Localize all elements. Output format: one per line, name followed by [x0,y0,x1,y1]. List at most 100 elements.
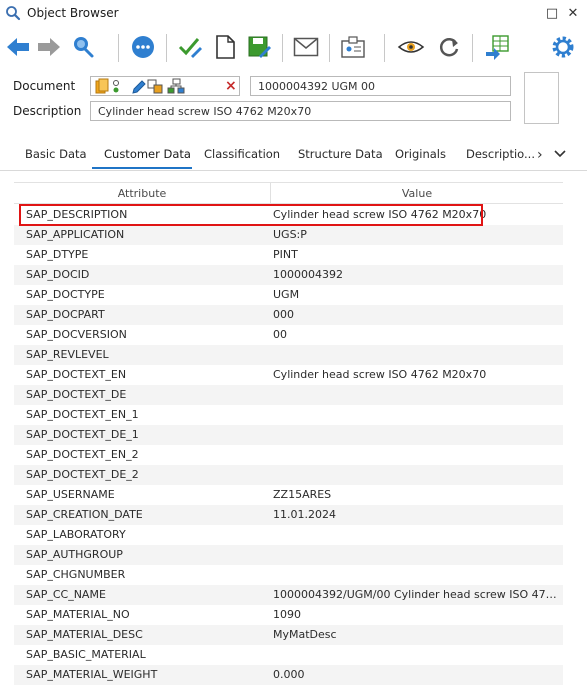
settings-gear-icon [552,36,574,58]
value-cell: 000 [273,308,294,321]
save-edit-icon [248,36,271,58]
table-row[interactable]: SAP_AUTHGROUP [14,545,563,565]
attribute-cell: SAP_DTYPE [26,248,89,261]
toolbar [0,28,587,68]
tab-basic-data[interactable]: Basic Data [25,147,87,161]
attribute-cell: SAP_MATERIAL_WEIGHT [26,668,158,681]
attribute-cell: SAP_BASIC_MATERIAL [26,648,146,661]
settings-button[interactable] [548,32,578,62]
table-row[interactable]: SAP_MATERIAL_NO 1090 [14,605,563,625]
check-edit-button[interactable] [175,32,205,62]
table-row[interactable]: SAP_DOCPART 000 [14,305,563,325]
value-cell: 00 [273,328,287,341]
attribute-cell: SAP_MATERIAL_NO [26,608,130,621]
tab-structure-data[interactable]: Structure Data [298,147,383,161]
table-row[interactable]: SAP_MATERIAL_WEIGHT 0.000 [14,665,563,685]
document-type-chip[interactable]: × [90,76,240,96]
value-cell: Cylinder head screw ISO 4762 M20x70 [273,368,487,381]
id-card-button[interactable] [338,32,368,62]
forward-arrow-icon [38,38,60,56]
more-options-button[interactable] [128,32,158,62]
value-cell: 1000004392/UGM/00 Cylinder head screw IS… [273,588,558,601]
table-row[interactable]: SAP_CC_NAME 1000004392/UGM/00 Cylinder he… [14,585,563,605]
tab-descriptions[interactable]: Descriptio... [466,147,535,161]
table-row[interactable]: SAP_DOCTEXT_EN_2 [14,445,563,465]
table-row[interactable]: SAP_APPLICATION UGS:P [14,225,563,245]
title-bar: Object Browser □ ✕ [0,0,587,26]
tab-originals[interactable]: Originals [395,147,446,161]
table-row[interactable]: SAP_BASIC_MATERIAL [14,645,563,665]
back-arrow-icon [7,38,29,56]
table-row[interactable]: SAP_DOCID 1000004392 [14,265,563,285]
attribute-cell: SAP_DOCTEXT_EN_1 [26,408,139,421]
table-row[interactable]: SAP_USERNAME ZZ15ARES [14,485,563,505]
window-title: Object Browser [27,6,119,20]
structure-icon [147,79,163,94]
attribute-cell: SAP_REVLEVEL [26,348,109,361]
document-parts-icon [95,78,119,94]
close-button[interactable]: ✕ [564,4,582,22]
maximize-button[interactable]: □ [543,4,561,22]
value-cell: 1000004392 [273,268,343,281]
value-cell: MyMatDesc [273,628,337,641]
table-row[interactable]: SAP_MATERIAL_DESC MyMatDesc [14,625,563,645]
table-row[interactable]: SAP_DOCVERSION 00 [14,325,563,345]
save-edit-button[interactable] [244,32,274,62]
tab-bar: Basic Data Customer Data Classification … [0,141,587,171]
table-row[interactable]: SAP_DTYPE PINT [14,245,563,265]
tab-classification[interactable]: Classification [204,147,280,161]
value-column-header[interactable]: Value [271,187,563,200]
view-button[interactable] [396,32,426,62]
check-edit-icon [178,38,202,58]
attribute-cell: SAP_DOCTEXT_EN_2 [26,448,139,461]
attribute-cell: SAP_DOCPART [26,308,105,321]
table-row[interactable]: SAP_DOCTEXT_DE [14,385,563,405]
toolbar-separator [166,34,167,62]
description-field[interactable]: Cylinder head screw ISO 4762 M20x70 [90,101,511,121]
toolbar-separator [329,34,330,62]
table-row[interactable]: SAP_DOCTEXT_DE_2 [14,465,563,485]
description-label: Description [13,104,82,118]
attribute-cell: SAP_AUTHGROUP [26,548,123,561]
highlight-box [19,204,483,226]
attribute-cell: SAP_DOCTEXT_DE [26,388,127,401]
table-header: Attribute Value [14,182,563,205]
table-row[interactable]: SAP_DOCTYPE UGM [14,285,563,305]
table-row[interactable]: SAP_DOCTEXT_EN Cylinder head screw ISO 47… [14,365,563,385]
thumbnail-preview [524,72,559,124]
table-row[interactable]: SAP_DOCTEXT_DE_1 [14,425,563,445]
clear-chip-icon[interactable]: × [225,78,237,94]
back-button[interactable] [3,32,33,62]
table-row[interactable]: SAP_CHGNUMBER [14,565,563,585]
attribute-cell: SAP_LABORATORY [26,528,126,541]
tabs-next-icon[interactable]: › [537,147,543,163]
table-row[interactable]: SAP_DOCTEXT_EN_1 [14,405,563,425]
attribute-cell: SAP_DOCID [26,268,90,281]
attribute-cell: SAP_DOCTEXT_DE_2 [26,468,139,481]
search-object-button[interactable] [68,32,98,62]
new-document-button[interactable] [210,32,240,62]
table-body: SAP_DESCRIPTION Cylinder head screw ISO 4… [14,205,563,685]
forward-button[interactable] [34,32,64,62]
id-card-icon [341,36,365,58]
value-cell: 0.000 [273,668,305,681]
attribute-cell: SAP_DOCTEXT_EN [26,368,127,381]
attribute-cell: SAP_MATERIAL_DESC [26,628,143,641]
table-row[interactable]: SAP_REVLEVEL [14,345,563,365]
table-row[interactable]: SAP_LABORATORY [14,525,563,545]
search-object-icon [74,37,94,58]
table-row[interactable]: SAP_CREATION_DATE 11.01.2024 [14,505,563,525]
value-cell: ZZ15ARES [273,488,332,501]
export-table-button[interactable] [482,32,512,62]
tab-customer-data[interactable]: Customer Data [104,147,191,161]
send-email-button[interactable] [291,32,321,62]
refresh-button[interactable] [434,32,464,62]
value-cell: PINT [273,248,298,261]
value-cell: UGM [273,288,300,301]
hierarchy-icon [167,78,185,94]
toolbar-separator [384,34,385,62]
attribute-column-header[interactable]: Attribute [14,187,270,200]
tabs-dropdown-icon[interactable] [553,149,567,159]
edit-pencil-icon [132,80,146,94]
document-number-field[interactable]: 1000004392 UGM 00 [250,76,511,96]
